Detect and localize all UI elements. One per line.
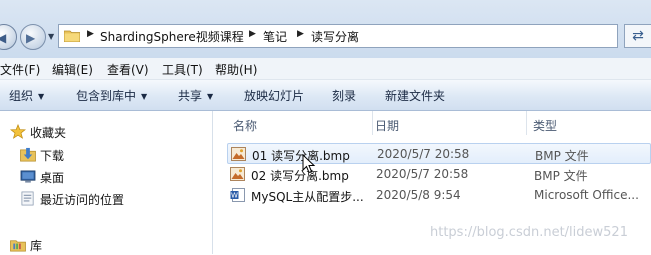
file-type: Microsoft Office... xyxy=(534,188,639,202)
breadcrumb-separator-icon[interactable]: ▶ xyxy=(87,29,94,39)
nav-label-recent-places: 最近访问的位置 xyxy=(40,193,125,207)
dropdown-caret-icon: ▼ xyxy=(38,92,45,101)
breadcrumb-read-write-split[interactable]: 读写分离 xyxy=(311,28,359,45)
bmp-image-icon xyxy=(231,147,246,161)
burn-label: 刻录 xyxy=(332,89,357,103)
organize-label: 组织 xyxy=(9,89,34,103)
command-toolbar: 组织 ▼ 包含到库中 ▼ 共享 ▼ 放映幻灯片 刻录 新建文件夹 xyxy=(0,80,651,111)
watermark: https://blog.csdn.net/lidew521 xyxy=(430,225,628,240)
bmp-image-icon xyxy=(230,167,245,181)
menu-file[interactable]: 文件(F) xyxy=(0,61,40,78)
file-name: 01 读写分离.bmp xyxy=(252,149,350,163)
breadcrumb-separator-icon[interactable]: ▶ xyxy=(249,29,256,39)
libraries-icon xyxy=(10,240,26,252)
nav-label-downloads: 下载 xyxy=(40,149,65,163)
column-header-type[interactable]: 类型 xyxy=(527,111,651,135)
breadcrumb-notes[interactable]: 笔记 xyxy=(263,28,287,45)
column-header-date[interactable]: 日期 xyxy=(369,111,527,135)
column-header-name-label: 名称 xyxy=(233,119,258,133)
column-header-date-label: 日期 xyxy=(375,119,400,133)
column-header-name[interactable]: 名称 xyxy=(227,111,373,135)
breadcrumb-sharding-course[interactable]: ShardingSphere视频课程 xyxy=(100,28,244,45)
file-row[interactable]: W MySQL主从配置步... 2020/5/8 9:54 Microsoft … xyxy=(227,185,651,206)
refresh-icon: ⇄ xyxy=(632,28,644,44)
mouse-cursor-icon xyxy=(302,154,316,174)
menu-bar: 文件(F) 编辑(E) 查看(V) 工具(T) 帮助(H) xyxy=(0,58,651,80)
menu-edit[interactable]: 编辑(E) xyxy=(52,61,93,78)
column-header-type-label: 类型 xyxy=(533,119,558,133)
file-name: MySQL主从配置步... xyxy=(251,190,364,204)
include-in-library-label: 包含到库中 xyxy=(76,89,137,103)
file-date: 2020/5/7 20:58 xyxy=(376,167,469,181)
breadcrumb-separator-icon[interactable]: ▶ xyxy=(297,29,304,39)
file-name: 02 读写分离.bmp xyxy=(251,169,349,183)
file-date: 2020/5/7 20:58 xyxy=(377,147,470,161)
nav-label-libraries: 库 xyxy=(30,239,43,253)
folder-icon xyxy=(64,30,80,42)
file-row[interactable]: 01 读写分离.bmp 2020/5/7 20:58 BMP 文件 xyxy=(227,143,651,164)
downloads-folder-icon xyxy=(20,147,36,162)
new-folder-button[interactable]: 新建文件夹 xyxy=(385,87,445,104)
file-type: BMP 文件 xyxy=(535,149,589,163)
menu-tools[interactable]: 工具(T) xyxy=(162,61,203,78)
svg-text:W: W xyxy=(231,192,238,200)
desktop-icon xyxy=(20,170,36,183)
menu-help[interactable]: 帮助(H) xyxy=(215,61,257,78)
back-button[interactable]: ◀ xyxy=(0,24,17,50)
recent-pages-chevron-icon[interactable]: ▼ xyxy=(48,32,54,41)
menu-view[interactable]: 查看(V) xyxy=(107,61,149,78)
burn-button[interactable]: 刻录 xyxy=(332,87,356,104)
organize-button[interactable]: 组织 ▼ xyxy=(9,87,44,104)
share-button[interactable]: 共享 ▼ xyxy=(178,87,213,104)
file-type: BMP 文件 xyxy=(534,169,588,183)
star-icon xyxy=(10,124,26,139)
nav-label-desktop: 桌面 xyxy=(40,171,65,185)
dropdown-caret-icon: ▼ xyxy=(141,92,148,101)
forward-button[interactable]: ▶ xyxy=(20,24,46,50)
back-arrow-icon: ◀ xyxy=(0,31,7,45)
file-row[interactable]: 02 读写分离.bmp 2020/5/7 20:58 BMP 文件 xyxy=(227,164,651,185)
recent-places-icon xyxy=(21,191,34,206)
share-label: 共享 xyxy=(178,89,203,103)
slideshow-button[interactable]: 放映幻灯片 xyxy=(244,87,304,104)
navigation-pane: 收藏夹 下载 桌面 最近访问的位置 库 xyxy=(0,111,213,254)
slideshow-label: 放映幻灯片 xyxy=(244,89,305,103)
include-in-library-button[interactable]: 包含到库中 ▼ xyxy=(76,87,147,104)
refresh-button[interactable]: ⇄ xyxy=(624,24,651,48)
address-row: ◀ ▶ ▼ ▶ ShardingSphere视频课程 ▶ 笔记 ▶ 读写分离 ⇄ xyxy=(0,0,651,58)
word-document-icon: W xyxy=(230,188,245,202)
nav-label-favorites: 收藏夹 xyxy=(30,126,67,140)
file-date: 2020/5/8 9:54 xyxy=(376,188,461,202)
address-bar[interactable]: ▶ ShardingSphere视频课程 ▶ 笔记 ▶ 读写分离 xyxy=(58,24,618,48)
forward-arrow-icon: ▶ xyxy=(26,31,36,45)
dropdown-caret-icon: ▼ xyxy=(207,92,214,101)
new-folder-label: 新建文件夹 xyxy=(385,89,446,103)
